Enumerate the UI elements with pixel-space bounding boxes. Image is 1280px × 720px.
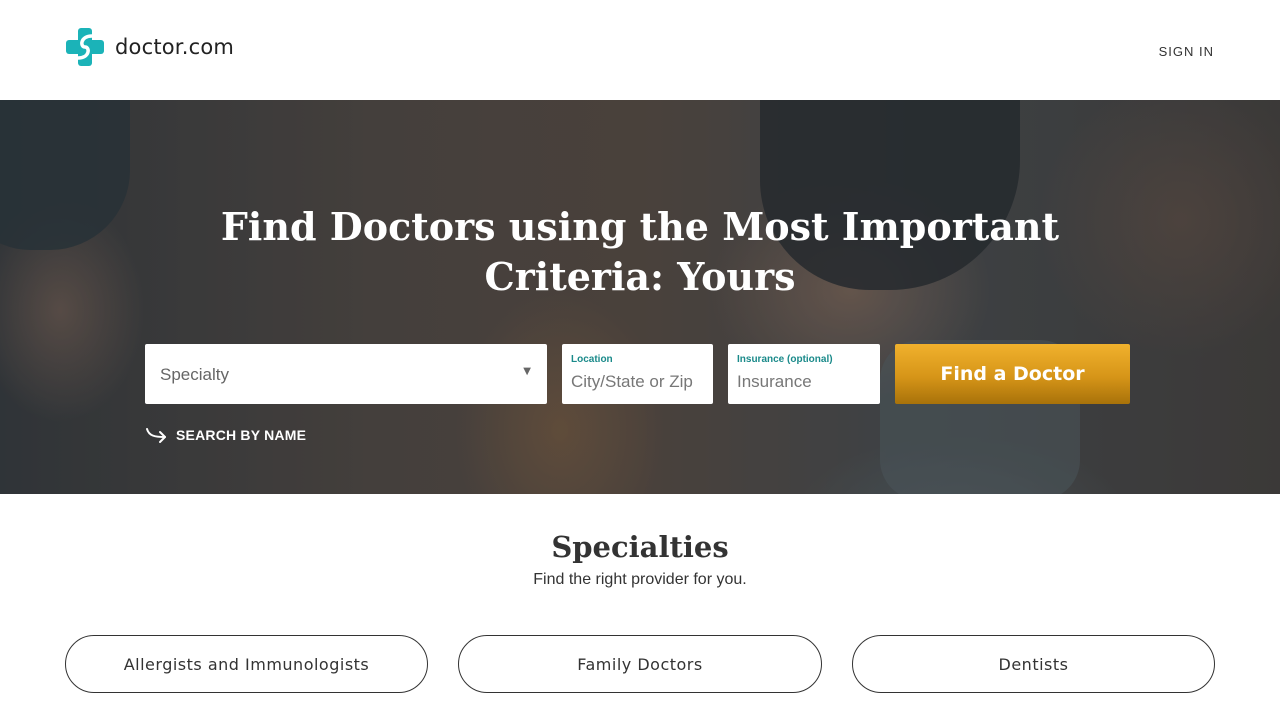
medical-cross-logo-icon: [66, 28, 104, 66]
search-by-name-label: SEARCH BY NAME: [176, 427, 307, 443]
specialties-subtitle: Find the right provider for you.: [533, 571, 747, 588]
find-doctor-button[interactable]: Find a Doctor: [895, 344, 1130, 404]
specialty-pill-dentists[interactable]: Dentists: [852, 635, 1215, 693]
specialties-title: Specialties: [551, 530, 729, 564]
logo[interactable]: doctor.com: [66, 28, 234, 66]
location-label: Location: [571, 354, 613, 365]
location-input[interactable]: [571, 372, 708, 392]
site-header: doctor.com SIGN IN: [0, 0, 1280, 100]
specialty-pill-family-doctors[interactable]: Family Doctors: [458, 635, 822, 693]
specialty-pill-label: Dentists: [998, 654, 1069, 674]
specialty-select[interactable]: Specialty ▼: [145, 344, 547, 404]
location-field[interactable]: Location: [562, 344, 713, 404]
search-by-name-link[interactable]: SEARCH BY NAME: [145, 426, 306, 444]
insurance-label: Insurance (optional): [737, 354, 833, 365]
hero-section: Find Doctors using the Most Important Cr…: [0, 100, 1280, 494]
sign-in-link[interactable]: SIGN IN: [1159, 44, 1214, 59]
insurance-field[interactable]: Insurance (optional): [728, 344, 880, 404]
specialty-pill-allergists[interactable]: Allergists and Immunologists: [65, 635, 428, 693]
insurance-input[interactable]: [737, 372, 875, 392]
hero-title: Find Doctors using the Most Important Cr…: [220, 204, 1060, 299]
specialty-pill-label: Family Doctors: [577, 654, 703, 674]
arrow-right-icon: [145, 426, 169, 444]
chevron-down-icon: ▼: [523, 366, 531, 377]
logo-text: doctor.com: [115, 35, 235, 59]
specialty-placeholder: Specialty: [160, 365, 229, 384]
specialty-pill-label: Allergists and Immunologists: [123, 654, 370, 674]
